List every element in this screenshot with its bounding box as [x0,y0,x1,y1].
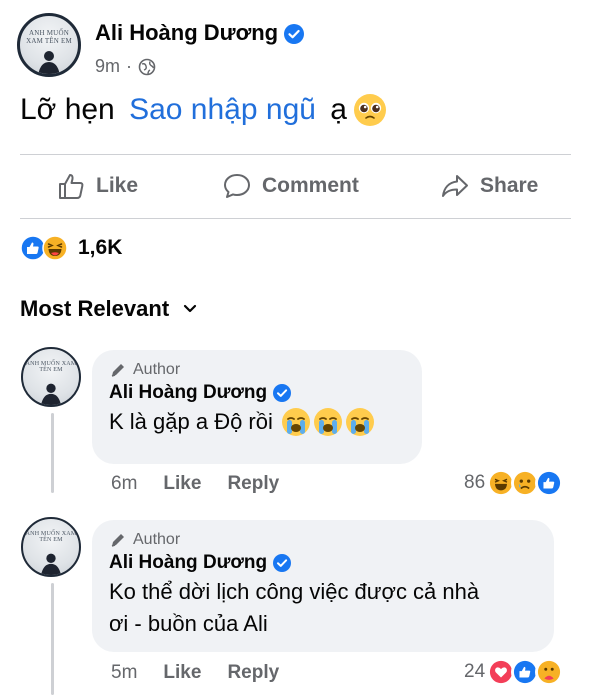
post-action-bar: Like Comment Share [0,165,591,209]
comment-button-label: Comment [262,174,359,197]
divider-bottom [20,218,571,219]
comment-text: Ko thể dời lịch công việc được cả nhà ơi… [109,576,537,640]
comment-reactions[interactable]: 86 [464,469,564,497]
comment-text-line: Ko thể dời lịch công việc được cả nhà [109,579,480,604]
thumbs-up-icon [59,174,84,199]
haha-icon [42,235,68,261]
comment-meta: 6m Like Reply [111,473,305,495]
avatar-caption: ANH MUỐN XAM TÊN EM [26,28,72,45]
post-author-name[interactable]: Ali Hoàng Dương [95,20,278,45]
post-author-row[interactable]: Ali Hoàng Dương [95,20,305,46]
crying-emojis [281,407,375,437]
comment-author[interactable]: Ali Hoàng Dương [109,382,405,404]
like-button-label: Like [96,174,139,197]
comment-text-line: ơi - buồn của Ali [109,611,268,636]
avatar-caption: ANH MUỐN XAM TÊN EM [25,361,77,374]
comment-reply-button[interactable]: Reply [227,473,279,495]
comment-bubble[interactable]: Author Ali Hoàng Dương Ko thể dời lịch c… [92,520,554,652]
post-text-link[interactable]: Sao nhập ngũ [129,93,316,127]
comment-reply-button[interactable]: Reply [227,662,279,684]
loudly-crying-face-icon [281,408,310,436]
comment-sort-label: Most Relevant [20,296,170,321]
thread-line [51,413,54,493]
post-author-avatar[interactable]: ANH MUỐN XAM TÊN EM [17,13,81,77]
pen-icon [111,534,124,547]
comment-text-body: K là gặp a Độ rồi [109,409,273,434]
share-button-label: Share [480,174,539,197]
post-text: Lỡ hẹn Sao nhập ngũ ạ [20,93,387,127]
divider-top [20,154,571,155]
globe-icon [138,58,156,75]
like-button[interactable]: Like [56,171,138,201]
verified-badge-icon [284,24,305,45]
loudly-crying-face-icon [345,408,374,436]
comment-time[interactable]: 5m [111,662,137,684]
post-meta: 9m · [95,56,156,77]
comment-reactions[interactable]: 24 [464,658,564,686]
comment-text: K là gặp a Độ rồi [109,406,405,438]
thread-line [51,583,54,695]
avatar-figure-icon [41,553,61,575]
comment-bubble[interactable]: Author Ali Hoàng Dương K là gặp a Độ rồi [92,350,422,464]
author-badge-label: Author [133,531,181,548]
comment-meta: 5m Like Reply [111,662,305,684]
reactions-summary[interactable]: 1,6K [20,235,122,261]
verified-badge-icon [273,554,292,572]
post-text-before: Lỡ hẹn [20,93,124,126]
like-icon [535,469,564,497]
reactions-count: 1,6K [78,236,123,259]
avatar-figure-icon [38,51,60,74]
comment-reaction-count: 24 [464,661,486,682]
comment-avatar[interactable]: ANH MUỐN XAM TÊN EM [21,517,81,577]
care-icon [535,658,564,686]
author-badge: Author [109,361,405,379]
chevron-down-icon [184,304,197,313]
comment-sort-dropdown[interactable]: Most Relevant [20,296,197,322]
comment-author[interactable]: Ali Hoàng Dương [109,552,537,574]
comment-button[interactable]: Comment [222,171,359,201]
pen-icon [111,364,124,377]
comment-reaction-count: 86 [464,472,486,493]
author-badge-label: Author [133,361,181,378]
comment-avatar[interactable]: ANH MUỐN XAM TÊN EM [21,347,81,407]
pleading-face-icon [353,94,386,126]
loudly-crying-face-icon [313,408,342,436]
comment-author-name[interactable]: Ali Hoàng Dương [109,382,267,404]
post-time[interactable]: 9m [95,56,120,77]
comment-author-name[interactable]: Ali Hoàng Dương [109,552,267,574]
meta-separator: · [126,56,133,76]
comment-like-button[interactable]: Like [163,473,201,495]
author-badge: Author [109,531,537,549]
share-arrow-icon [442,175,468,197]
avatar-figure-icon [41,383,61,405]
comment-bubble-icon [224,174,250,198]
verified-badge-icon [273,384,292,402]
avatar-caption: ANH MUỐN XAM TÊN EM [25,531,77,544]
comment-time[interactable]: 6m [111,473,137,495]
share-button[interactable]: Share [440,171,538,201]
post-text-after: ạ [321,93,347,126]
comment-like-button[interactable]: Like [163,662,201,684]
